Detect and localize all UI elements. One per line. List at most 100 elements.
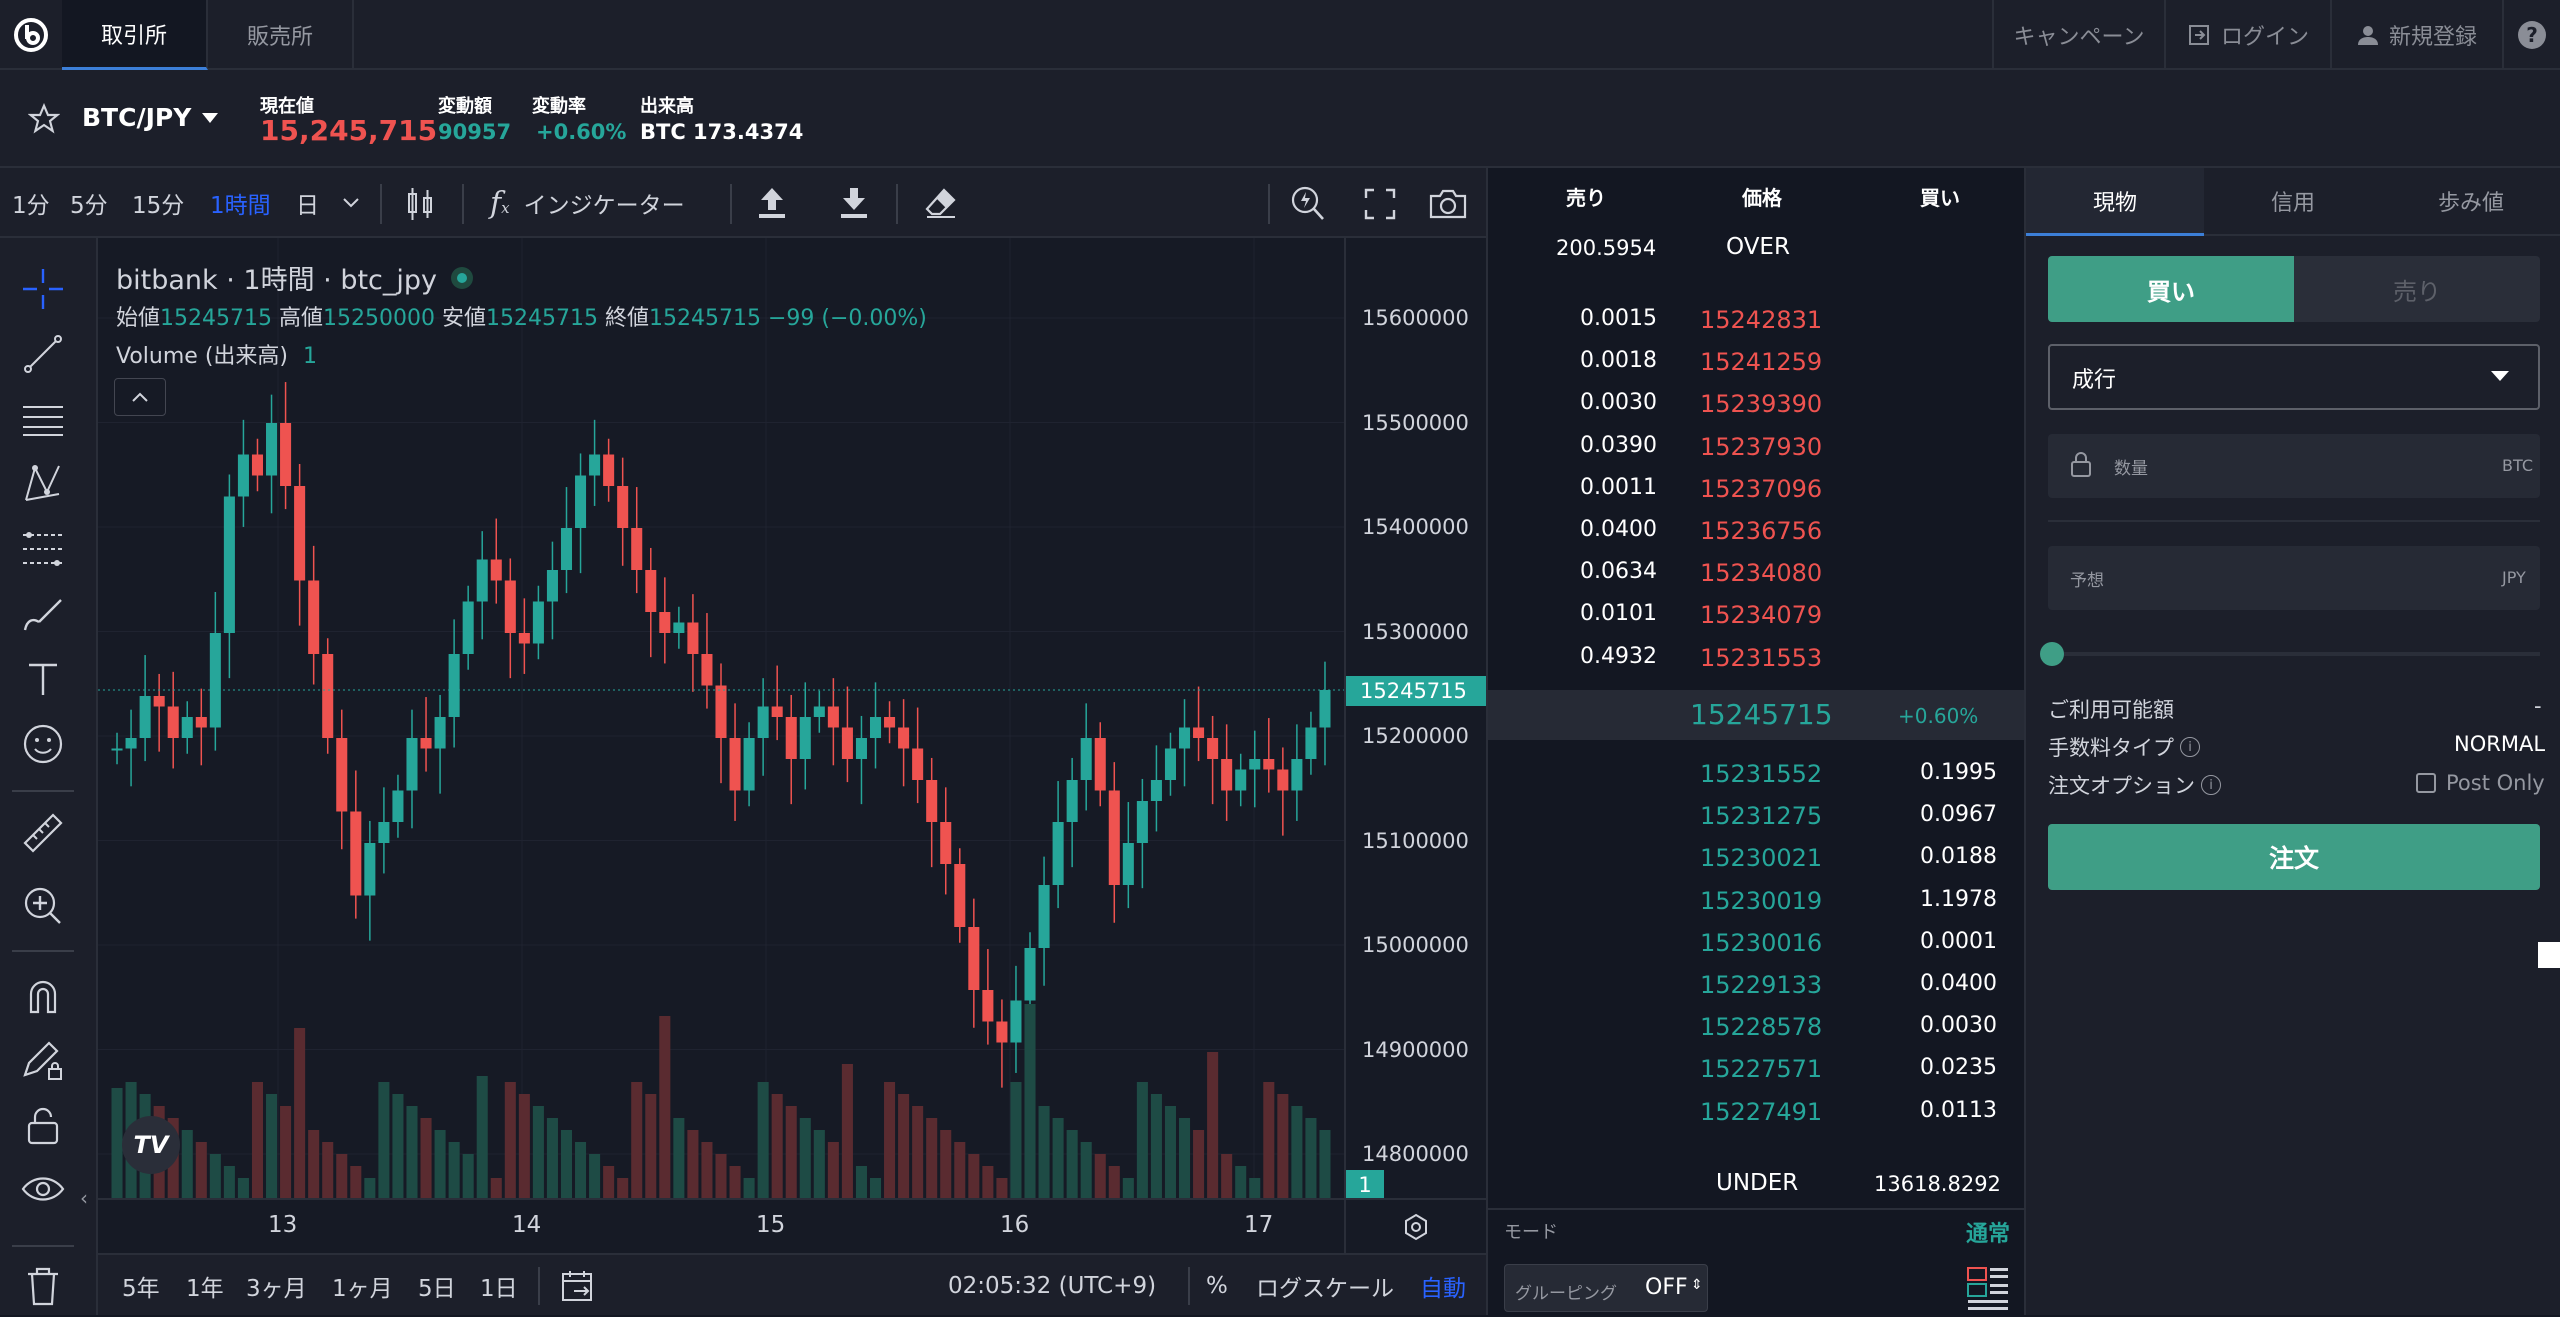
tradingview-logo-icon[interactable]: TV [122,1116,180,1174]
camera-icon[interactable] [1428,188,1468,220]
order-divider [2048,520,2540,522]
range-1d[interactable]: 1日 [480,1255,518,1317]
candle-style-icon[interactable] [404,186,436,222]
chart-settings-button[interactable] [1344,1200,1486,1253]
clock-display[interactable]: 02:05:32 (UTC+9) [948,1255,1156,1317]
timeframe-1h[interactable]: 1時間 [210,168,271,238]
bid-row[interactable]: 15231275 0.0967 [1488,794,2028,836]
ask-row[interactable]: 0.0011 15237096 [1488,467,2028,509]
layout-toggle-icon[interactable] [1966,1266,2010,1312]
volume-bar [884,1082,896,1198]
magnet-icon[interactable] [20,973,66,1019]
grouping-select[interactable]: グルーピング OFF ⇕ [1504,1264,1708,1312]
ask-row[interactable]: 0.4932 15231553 [1488,636,2028,678]
quick-search-icon[interactable] [1290,184,1326,222]
emoji-icon[interactable] [20,721,66,767]
ask-row[interactable]: 0.0400 15236756 [1488,509,2028,551]
eraser-icon[interactable] [924,186,958,220]
candle-body [195,717,207,728]
help-button[interactable]: ? [2502,0,2560,70]
text-tool-icon[interactable] [20,656,66,702]
tab-store[interactable]: 販売所 [208,0,354,70]
ask-row[interactable]: 0.0101 15234079 [1488,593,2028,635]
info-icon[interactable]: i [2201,775,2221,795]
price-scale[interactable]: 15600000 15500000 15400000 15300000 15200000… [1344,238,1486,1200]
info-icon[interactable]: i [2180,737,2200,757]
tab-spot[interactable]: 現物 [2026,168,2204,236]
chart-area[interactable]: bitbank · 1時間 · btc_jpy 始値15245715 高値152… [98,238,1344,1198]
mode-value[interactable]: 通常 [1966,1216,2010,1248]
range-1m[interactable]: 1ヶ月 [332,1255,393,1317]
amount-slider[interactable] [2048,652,2540,656]
trash-icon[interactable] [20,1263,66,1309]
range-5d[interactable]: 5日 [418,1255,456,1317]
percent-toggle[interactable]: % [1206,1255,1228,1317]
collapse-legend-button[interactable] [114,378,166,416]
order-type-select[interactable]: 成行 [2048,344,2540,410]
calendar-range-icon[interactable] [560,1269,596,1303]
time-scale[interactable]: 13 14 15 16 17 [98,1198,1486,1253]
quantity-input[interactable]: 数量 BTC [2048,434,2540,498]
ask-row[interactable]: 0.0390 15237930 [1488,425,2028,467]
lock-icon[interactable] [20,1103,66,1149]
zoom-in-icon[interactable] [20,883,66,929]
post-only-checkbox[interactable]: Post Only [2416,771,2545,795]
pencil-lock-icon[interactable] [20,1038,66,1084]
bid-row[interactable]: 15227571 0.0235 [1488,1047,2028,1089]
indicator-button[interactable]: fx インジケーター [490,168,685,238]
bid-row[interactable]: 15230016 0.0001 [1488,921,2028,963]
range-1y[interactable]: 1年 [186,1255,224,1317]
bid-row[interactable]: 15230021 0.0188 [1488,836,2028,878]
bid-row[interactable]: 15228578 0.0030 [1488,1005,2028,1047]
range-3m[interactable]: 3ヶ月 [246,1255,307,1317]
horizontal-lines-icon[interactable] [20,396,66,442]
collapse-arrow-icon[interactable]: ‹ [80,1186,88,1210]
log-scale-toggle[interactable]: ログスケール [1256,1255,1394,1317]
bid-row[interactable]: 15227491 0.0113 [1488,1090,2028,1132]
buy-toggle[interactable]: 買い [2048,256,2294,322]
timeframe-day[interactable]: 日 [296,168,319,238]
brush-icon[interactable] [20,591,66,637]
timeframe-1m[interactable]: 1分 [12,168,50,238]
fullscreen-icon[interactable] [1364,188,1396,220]
volume-bar [181,1130,193,1198]
ask-row[interactable]: 0.0018 15241259 [1488,340,2028,382]
fib-retracement-icon[interactable] [20,526,66,572]
bid-row[interactable]: 15231552 0.1995 [1488,752,2028,794]
ask-row[interactable]: 0.0634 15234080 [1488,551,2028,593]
volume-bar [631,1082,643,1198]
candlestick-chart[interactable] [98,238,1344,1198]
timeframe-5m[interactable]: 5分 [70,168,108,238]
ask-row[interactable]: 0.0030 15239390 [1488,382,2028,424]
bid-row[interactable]: 15229133 0.0400 [1488,963,2028,1005]
chevron-down-icon[interactable] [342,196,360,210]
campaign-link[interactable]: キャンペーン [1992,0,2164,70]
download-icon[interactable] [838,186,870,220]
bid-row[interactable]: 15230019 1.1978 [1488,879,2028,921]
favorite-star-icon[interactable] [28,103,60,135]
login-link[interactable]: ログイン [2164,0,2330,70]
submit-order-button[interactable]: 注文 [2048,824,2540,890]
ruler-icon[interactable] [20,810,66,856]
signup-link[interactable]: 新規登録 [2330,0,2502,70]
ask-row[interactable]: 0.0015 15242831 [1488,298,2028,340]
auto-scale-toggle[interactable]: 自動 [1420,1255,1466,1317]
tab-exchange[interactable]: 取引所 [62,0,208,70]
range-5y[interactable]: 5年 [122,1255,160,1317]
sell-toggle[interactable]: 売り [2294,256,2540,322]
trend-line-icon[interactable] [20,331,66,377]
pattern-icon[interactable] [20,461,66,507]
eye-icon[interactable] [20,1168,66,1214]
timeframe-15m[interactable]: 15分 [132,168,184,238]
mid-price: 15245715 [1690,698,1833,731]
slider-handle[interactable] [2040,642,2064,666]
price-axis-label: 15000000 [1362,933,1469,957]
tab-tape[interactable]: 歩み値 [2382,168,2560,236]
side-tab-handle[interactable] [2538,942,2560,968]
tab-margin[interactable]: 信用 [2204,168,2382,236]
candle-body [434,717,446,749]
bitbank-logo-icon[interactable] [0,0,62,70]
crosshair-icon[interactable] [20,266,66,312]
upload-icon[interactable] [756,186,788,220]
pair-selector[interactable]: BTC/JPY [82,103,219,132]
